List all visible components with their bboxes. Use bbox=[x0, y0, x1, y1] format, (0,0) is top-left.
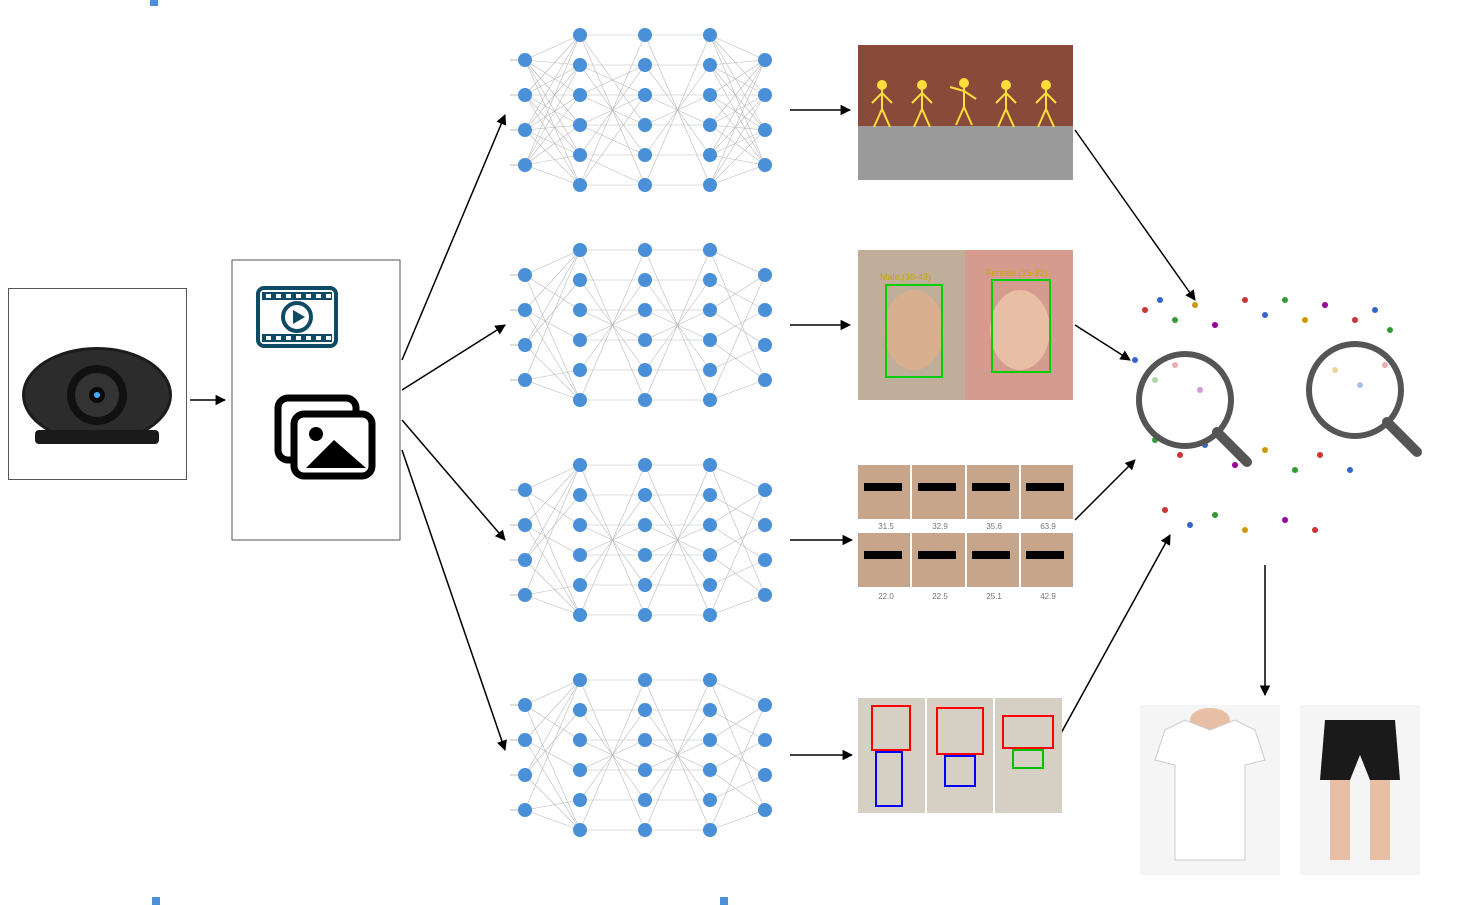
neural-net-1 bbox=[510, 10, 780, 210]
face-label-female: Female,(25-32) bbox=[986, 268, 1048, 278]
arrow-to-net2 bbox=[402, 325, 505, 390]
age-t0: 31.5 bbox=[862, 522, 910, 531]
output-pose-image bbox=[858, 45, 1073, 180]
video-icon bbox=[258, 288, 336, 346]
face-label-male: Male,(38-43) bbox=[880, 272, 931, 282]
age-b0: 22.0 bbox=[862, 592, 910, 601]
magnifier-icon-left bbox=[1139, 354, 1247, 462]
magnifier-icon-right bbox=[1309, 344, 1417, 452]
images-icon bbox=[278, 398, 372, 476]
age-t1: 32.9 bbox=[916, 522, 964, 531]
age-b3: 42.9 bbox=[1024, 592, 1072, 601]
camera-box bbox=[8, 288, 187, 480]
age-b2: 25.1 bbox=[970, 592, 1018, 601]
arrow-to-net1 bbox=[402, 115, 505, 360]
embedding-cluster bbox=[1105, 270, 1435, 560]
age-b1: 22.5 bbox=[916, 592, 964, 601]
neural-net-4 bbox=[510, 655, 780, 855]
age-t2: 35.6 bbox=[970, 522, 1018, 531]
age-t3: 63.9 bbox=[1024, 522, 1072, 531]
neural-net-3 bbox=[510, 440, 780, 640]
canvas-handle-mid bbox=[720, 897, 728, 905]
shorts-icon bbox=[1300, 705, 1420, 875]
arrow-to-net3 bbox=[402, 420, 505, 540]
output-clothing-image bbox=[858, 698, 1062, 813]
canvas-handle-left bbox=[150, 0, 158, 6]
canvas-handle-br bbox=[152, 897, 160, 905]
recommended-items bbox=[1130, 700, 1430, 880]
media-box bbox=[232, 260, 400, 540]
tshirt-icon bbox=[1140, 705, 1280, 875]
neural-net-2 bbox=[510, 225, 780, 425]
arrow-to-net4 bbox=[402, 450, 505, 750]
